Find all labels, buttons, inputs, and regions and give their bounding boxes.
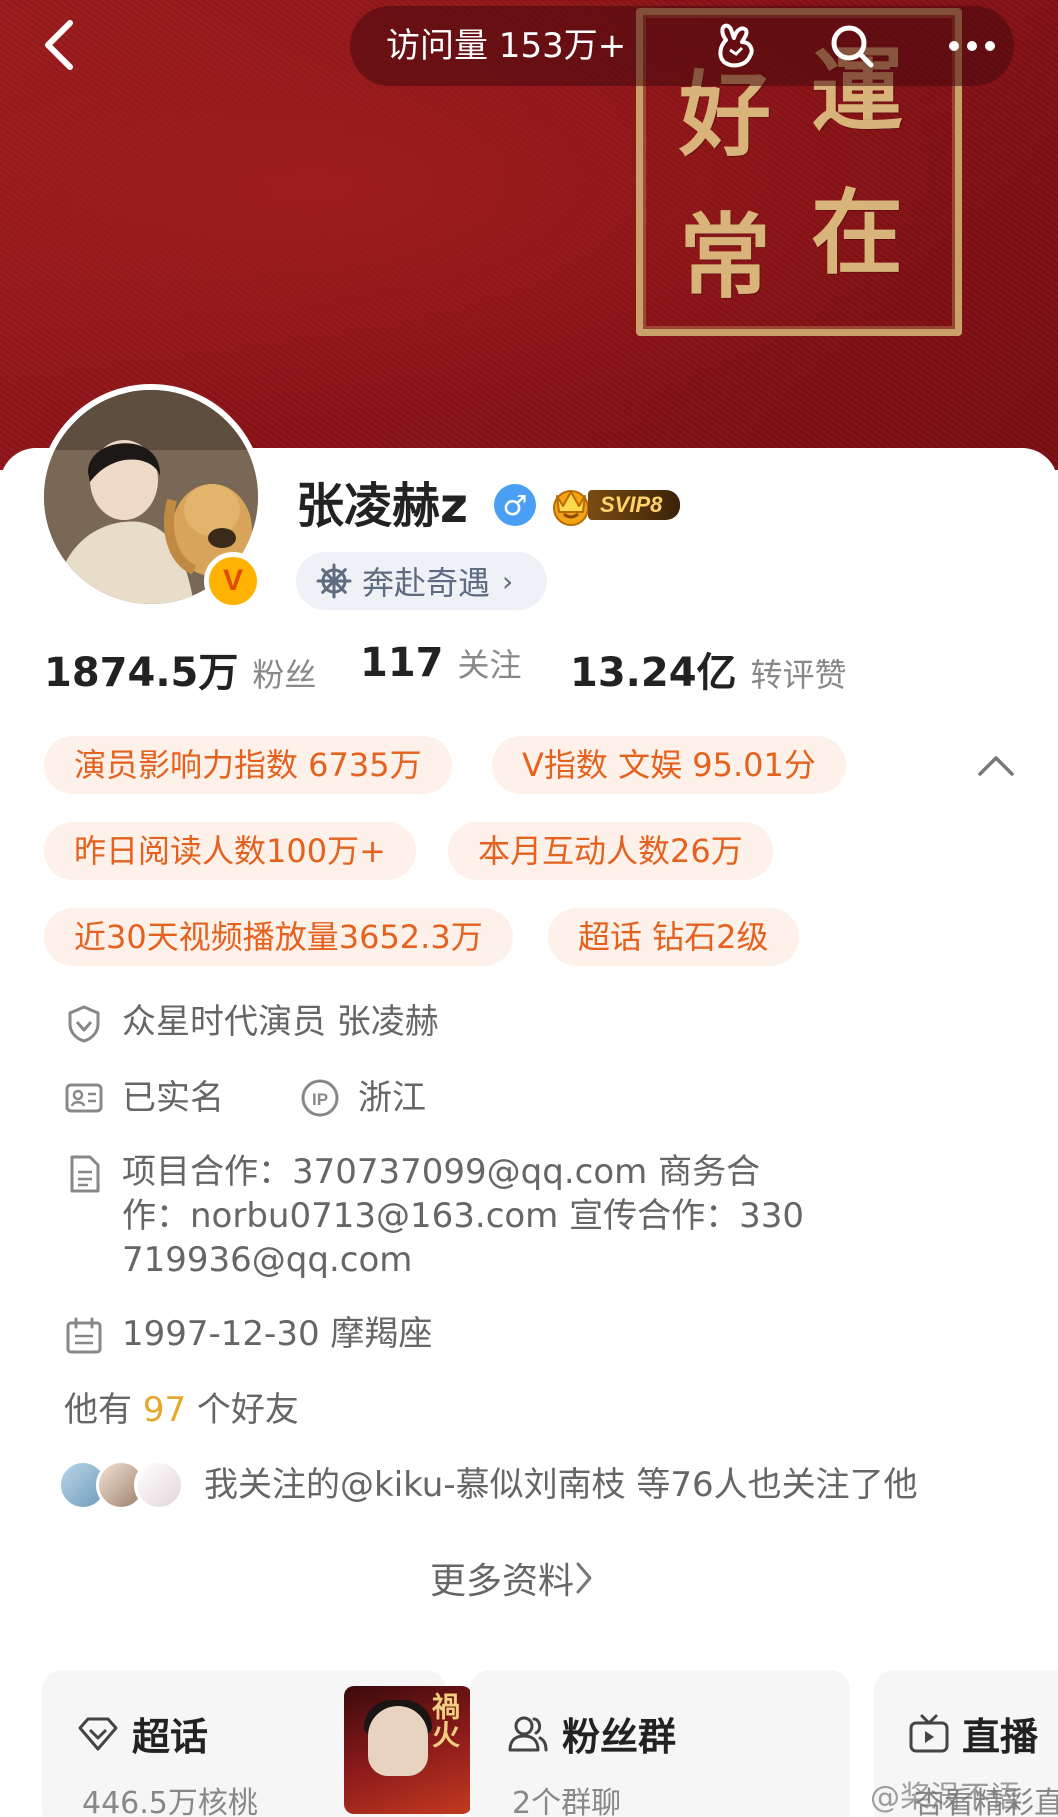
- seal-char: 在: [811, 179, 904, 287]
- watermark: @桨涡不语: [870, 1780, 1020, 1815]
- live-label: 直播: [962, 1715, 1039, 1759]
- badge-actor-influence[interactable]: 演员影响力指数 6735万: [44, 736, 452, 794]
- mutual-avatars[interactable]: [58, 1460, 188, 1510]
- search-button[interactable]: [822, 16, 882, 76]
- badge-video-plays[interactable]: 近30天视频播放量3652.3万: [44, 908, 513, 966]
- chevron-right-icon: [576, 1562, 592, 1594]
- mutual-avatar: [134, 1460, 184, 1510]
- friends-prefix: 他有: [64, 1390, 132, 1430]
- male-gender-icon: ♂: [494, 484, 536, 526]
- supertopic-label: 超话: [132, 1715, 209, 1759]
- supertopic-title: 超话: [76, 1706, 208, 1761]
- tag-label: 奔赴奇遇: [362, 564, 491, 602]
- username: 张凌赫z: [296, 478, 468, 534]
- poster-figure-face: [368, 1706, 428, 1776]
- poster-title: 禍火: [428, 1692, 461, 1748]
- badge-supertopic-level[interactable]: 超话 钻石2级: [548, 908, 799, 966]
- group-icon: [508, 1716, 548, 1751]
- stat-value: 13.24亿: [570, 650, 737, 696]
- stat-value: 117: [360, 640, 444, 686]
- birthday-text: 1997-12-30 摩羯座: [122, 1314, 433, 1354]
- verification-text: 众星时代演员 张凌赫: [122, 1002, 439, 1042]
- cheer-icon: [718, 23, 754, 68]
- bio-text: 项目合作：370737099@qq.com 商务合作：norbu0713@163…: [122, 1152, 805, 1280]
- friends-count: 97: [142, 1390, 187, 1430]
- stat-interactions[interactable]: 13.24亿 转评赞: [570, 640, 847, 698]
- fan-group-title: 粉丝群: [506, 1706, 676, 1761]
- cheer-button[interactable]: [706, 16, 766, 76]
- stat-label: 粉丝: [252, 656, 317, 694]
- fan-group-sub: 2个群聊: [512, 1786, 622, 1817]
- back-button[interactable]: [30, 12, 90, 78]
- diamond-icon: [78, 1717, 118, 1750]
- chevron-right-icon: ›: [502, 564, 514, 598]
- tag-pill[interactable]: 奔赴奇遇 ›: [296, 552, 548, 610]
- stat-label: 关注: [457, 646, 522, 684]
- supertopic-sub: 446.5万核桃: [82, 1786, 258, 1817]
- seal-char: 常: [679, 203, 772, 311]
- badge-v-index[interactable]: V指数 文娱 95.01分: [492, 736, 846, 794]
- stat-value: 1874.5万: [44, 650, 239, 696]
- more-info-label: 更多资料: [430, 1561, 575, 1602]
- shield-icon: [68, 1005, 100, 1043]
- supertopic-card[interactable]: 超话 446.5万核桃 禍火: [42, 1670, 472, 1817]
- stat-label: 转评赞: [750, 656, 847, 694]
- more-icon: [949, 41, 995, 51]
- tv-icon: [909, 1714, 949, 1752]
- fan-group-label: 粉丝群: [562, 1715, 677, 1759]
- back-icon: [45, 20, 73, 70]
- fan-group-card[interactable]: 粉丝群 2个群聊: [470, 1670, 850, 1817]
- calendar-icon: [66, 1317, 102, 1354]
- search-icon: [831, 25, 874, 68]
- badge-daily-readers[interactable]: 昨日阅读人数100万+: [44, 822, 416, 880]
- badge-monthly-interactions[interactable]: 本月互动人数26万: [448, 822, 773, 880]
- chevron-up-icon[interactable]: [974, 746, 1018, 786]
- supertopic-poster[interactable]: 禍火: [344, 1686, 472, 1814]
- svip-badge[interactable]: SVIP8: [548, 484, 681, 526]
- verified-badge: V: [204, 552, 262, 610]
- more-button[interactable]: [942, 16, 1002, 76]
- mutual-follow-text[interactable]: 我关注的@kiku-慕似刘南枝 等76人也关注了他: [204, 1462, 918, 1508]
- svg-text:IP: IP: [312, 1090, 328, 1109]
- document-icon: [70, 1155, 100, 1193]
- real-name-text: 已实名: [122, 1078, 224, 1118]
- more-info-button[interactable]: 更多资料: [430, 1552, 594, 1604]
- ship-wheel-icon: [316, 563, 352, 599]
- id-card-icon: [65, 1083, 103, 1113]
- visit-count: 访问量 153万+: [386, 26, 627, 66]
- live-title: 直播: [908, 1706, 1038, 1761]
- friends-count-row[interactable]: 他有 97 个好友: [64, 1386, 299, 1434]
- svip-label: SVIP8: [588, 490, 681, 520]
- ip-location-icon: IP: [301, 1079, 339, 1117]
- friends-suffix: 个好友: [196, 1390, 299, 1430]
- stat-following[interactable]: 117 关注: [360, 640, 522, 686]
- ip-location-text: 浙江: [358, 1078, 426, 1118]
- stat-fans[interactable]: 1874.5万 粉丝: [44, 640, 316, 698]
